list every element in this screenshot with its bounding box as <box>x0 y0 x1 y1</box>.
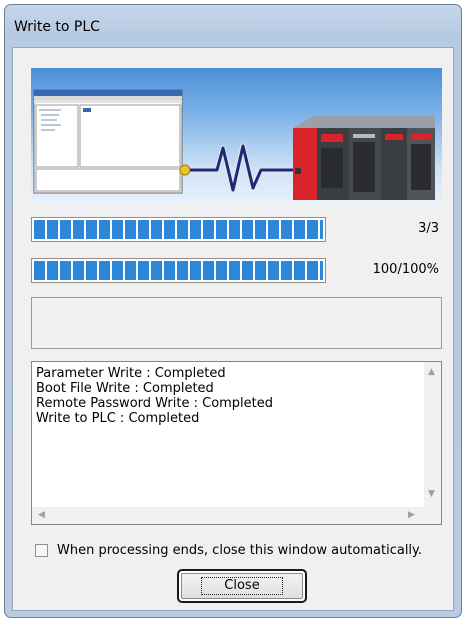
scroll-right-icon[interactable]: ▶ <box>408 511 415 520</box>
scroll-left-icon[interactable]: ◀ <box>38 511 45 520</box>
software-window-icon <box>33 89 183 194</box>
pc-to-plc-illustration <box>31 68 442 203</box>
auto-close-checkbox[interactable] <box>35 544 48 557</box>
result-log-list[interactable]: Parameter Write : Completed Boot File Wr… <box>31 361 442 525</box>
title-bar[interactable]: Write to PLC <box>5 5 461 47</box>
auto-close-option[interactable]: When processing ends, close this window … <box>35 543 422 558</box>
log-lines: Parameter Write : Completed Boot File Wr… <box>36 366 273 426</box>
dialog-body: 3/3 100/100% Parameter Write : Completed… <box>12 47 454 611</box>
horizontal-scrollbar[interactable]: ◀ ▶ <box>32 507 424 524</box>
scroll-up-icon[interactable]: ▲ <box>428 368 435 377</box>
log-line: Write to PLC : Completed <box>36 411 200 426</box>
log-line: Remote Password Write : Completed <box>36 396 274 411</box>
item-progress-percent: 100/100% <box>372 262 439 277</box>
scrollbar-corner <box>424 507 441 524</box>
overall-progress-bar <box>31 217 326 242</box>
log-line: Boot File Write : Completed <box>36 381 214 396</box>
overall-progress-count: 3/3 <box>418 221 439 236</box>
pc-plc-graphic <box>33 89 435 200</box>
close-button-label: Close <box>201 577 283 595</box>
item-progress-bar <box>31 258 326 283</box>
close-button-face: Close <box>181 573 303 599</box>
scroll-down-icon[interactable]: ▼ <box>428 490 435 499</box>
write-to-plc-dialog: Write to PLC 3/3 100/100% Parameter Writ… <box>4 4 462 618</box>
close-button[interactable]: Close <box>177 569 307 603</box>
overall-progress-fill <box>34 220 323 239</box>
item-progress-fill <box>34 261 323 280</box>
status-message-box <box>31 297 442 349</box>
auto-close-label: When processing ends, close this window … <box>57 543 423 558</box>
log-line: Parameter Write : Completed <box>36 366 226 381</box>
plc-unit-icon <box>293 116 435 200</box>
window-title: Write to PLC <box>14 19 100 35</box>
vertical-scrollbar[interactable]: ▲ ▼ <box>424 362 441 507</box>
